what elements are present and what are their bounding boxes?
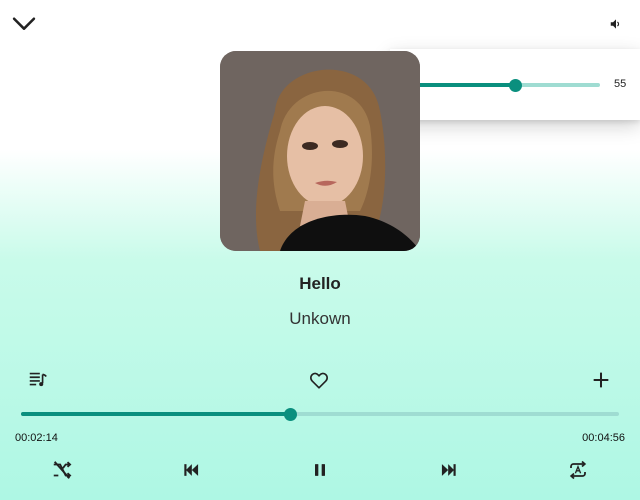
volume-slider[interactable]	[412, 78, 600, 92]
track-title: Hello	[299, 274, 341, 293]
next-button[interactable]	[437, 458, 461, 482]
elapsed-time: 00:02:14	[15, 432, 58, 444]
play-pause-button[interactable]	[308, 458, 332, 482]
repeat-all-icon	[569, 460, 587, 480]
chevron-down-icon	[12, 17, 36, 30]
shuffle-off-icon	[53, 461, 72, 479]
volume-icon	[610, 19, 620, 29]
queue-button[interactable]	[26, 368, 50, 392]
volume-slider-fill	[412, 83, 516, 87]
pause-icon	[315, 464, 325, 476]
total-duration: 00:04:56	[582, 432, 625, 444]
volume-value: 55	[614, 78, 627, 90]
progress-slider-fill	[21, 412, 291, 416]
volume-popover: 55	[390, 49, 640, 120]
heart-outline-icon	[310, 372, 328, 389]
shuffle-button[interactable]	[50, 458, 74, 482]
track-artist: Unkown	[289, 309, 351, 328]
queue-music-icon	[29, 372, 47, 387]
collapse-button[interactable]	[8, 8, 40, 40]
volume-button[interactable]	[604, 12, 628, 36]
album-art	[220, 51, 420, 251]
repeat-button[interactable]	[566, 458, 590, 482]
previous-button[interactable]	[179, 458, 203, 482]
volume-slider-thumb[interactable]	[508, 78, 522, 92]
progress-slider-thumb[interactable]	[283, 407, 297, 421]
skip-next-icon	[441, 464, 456, 476]
favorite-button[interactable]	[307, 368, 331, 392]
progress-slider[interactable]	[21, 407, 619, 421]
plus-icon	[593, 372, 609, 388]
skip-previous-icon	[184, 464, 199, 476]
album-art-image	[220, 51, 420, 251]
add-to-playlist-button[interactable]	[589, 368, 613, 392]
